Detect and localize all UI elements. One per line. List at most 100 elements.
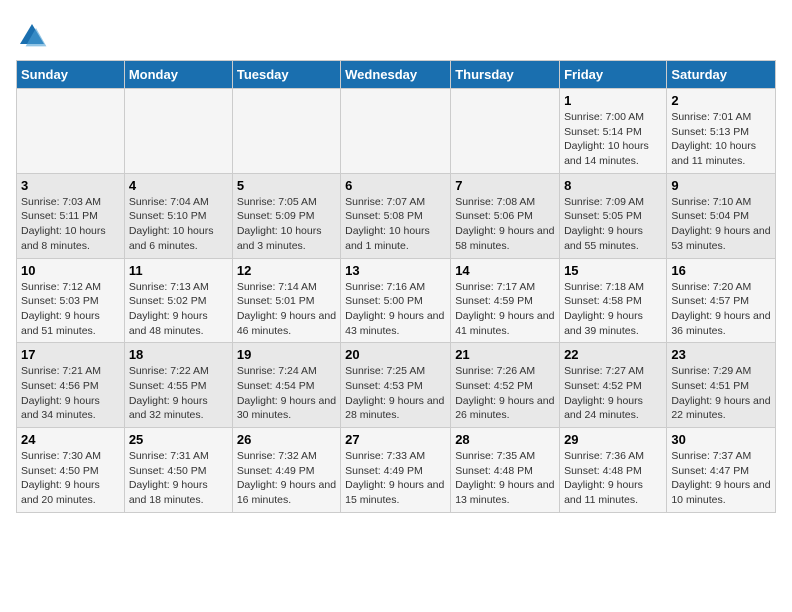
day-info: Sunrise: 7:33 AM Sunset: 4:49 PM Dayligh… [345, 449, 446, 508]
day-info: Sunrise: 7:14 AM Sunset: 5:01 PM Dayligh… [237, 280, 336, 339]
day-info: Sunrise: 7:10 AM Sunset: 5:04 PM Dayligh… [671, 195, 771, 254]
calendar-cell: 16 Sunrise: 7:20 AM Sunset: 4:57 PM Dayli… [667, 258, 776, 343]
day-number: 21 [455, 347, 555, 362]
calendar-table: SundayMondayTuesdayWednesdayThursdayFrid… [16, 60, 776, 513]
day-number: 9 [671, 178, 771, 193]
calendar-cell: 30 Sunrise: 7:37 AM Sunset: 4:47 PM Dayli… [667, 428, 776, 513]
day-number: 27 [345, 432, 446, 447]
day-number: 12 [237, 263, 336, 278]
day-number: 24 [21, 432, 120, 447]
day-number: 29 [564, 432, 662, 447]
day-number: 26 [237, 432, 336, 447]
day-info: Sunrise: 7:24 AM Sunset: 4:54 PM Dayligh… [237, 364, 336, 423]
day-number: 3 [21, 178, 120, 193]
calendar-cell [232, 89, 340, 174]
calendar-cell: 17 Sunrise: 7:21 AM Sunset: 4:56 PM Dayli… [17, 343, 125, 428]
day-info: Sunrise: 7:22 AM Sunset: 4:55 PM Dayligh… [129, 364, 228, 423]
weekday-header-saturday: Saturday [667, 61, 776, 89]
day-info: Sunrise: 7:26 AM Sunset: 4:52 PM Dayligh… [455, 364, 555, 423]
day-info: Sunrise: 7:08 AM Sunset: 5:06 PM Dayligh… [455, 195, 555, 254]
day-number: 28 [455, 432, 555, 447]
day-number: 18 [129, 347, 228, 362]
day-info: Sunrise: 7:12 AM Sunset: 5:03 PM Dayligh… [21, 280, 120, 339]
calendar-cell: 19 Sunrise: 7:24 AM Sunset: 4:54 PM Dayli… [232, 343, 340, 428]
calendar-week-row: 10Sunrise: 7:12 AM Sunset: 5:03 PM Dayli… [17, 258, 776, 343]
day-info: Sunrise: 7:30 AM Sunset: 4:50 PM Dayligh… [21, 449, 120, 508]
day-number: 17 [21, 347, 120, 362]
calendar-cell: 2 Sunrise: 7:01 AM Sunset: 5:13 PM Daylig… [667, 89, 776, 174]
calendar-cell: 22 Sunrise: 7:27 AM Sunset: 4:52 PM Dayli… [560, 343, 667, 428]
calendar-cell: 11 Sunrise: 7:13 AM Sunset: 5:02 PM Dayli… [124, 258, 232, 343]
calendar-cell [451, 89, 560, 174]
day-info: Sunrise: 7:01 AM Sunset: 5:13 PM Dayligh… [671, 110, 771, 169]
weekday-header-wednesday: Wednesday [341, 61, 451, 89]
calendar-cell: 20 Sunrise: 7:25 AM Sunset: 4:53 PM Dayli… [341, 343, 451, 428]
calendar-cell: 13 Sunrise: 7:16 AM Sunset: 5:00 PM Dayli… [341, 258, 451, 343]
day-info: Sunrise: 7:18 AM Sunset: 4:58 PM Dayligh… [564, 280, 662, 339]
page-header [16, 16, 776, 52]
calendar-header: SundayMondayTuesdayWednesdayThursdayFrid… [17, 61, 776, 89]
day-number: 25 [129, 432, 228, 447]
day-info: Sunrise: 7:20 AM Sunset: 4:57 PM Dayligh… [671, 280, 771, 339]
day-info: Sunrise: 7:21 AM Sunset: 4:56 PM Dayligh… [21, 364, 120, 423]
day-number: 13 [345, 263, 446, 278]
calendar-cell: 1Sunrise: 7:00 AM Sunset: 5:14 PM Daylig… [560, 89, 667, 174]
day-number: 7 [455, 178, 555, 193]
calendar-cell: 28 Sunrise: 7:35 AM Sunset: 4:48 PM Dayli… [451, 428, 560, 513]
day-info: Sunrise: 7:16 AM Sunset: 5:00 PM Dayligh… [345, 280, 446, 339]
day-info: Sunrise: 7:00 AM Sunset: 5:14 PM Dayligh… [564, 110, 662, 169]
calendar-cell: 24 Sunrise: 7:30 AM Sunset: 4:50 PM Dayli… [17, 428, 125, 513]
day-info: Sunrise: 7:35 AM Sunset: 4:48 PM Dayligh… [455, 449, 555, 508]
day-info: Sunrise: 7:07 AM Sunset: 5:08 PM Dayligh… [345, 195, 446, 254]
day-number: 16 [671, 263, 771, 278]
day-number: 20 [345, 347, 446, 362]
calendar-cell: 3 Sunrise: 7:03 AM Sunset: 5:11 PM Daylig… [17, 173, 125, 258]
calendar-cell: 21 Sunrise: 7:26 AM Sunset: 4:52 PM Dayli… [451, 343, 560, 428]
calendar-cell: 4Sunrise: 7:04 AM Sunset: 5:10 PM Daylig… [124, 173, 232, 258]
weekday-header-friday: Friday [560, 61, 667, 89]
calendar-cell: 10Sunrise: 7:12 AM Sunset: 5:03 PM Dayli… [17, 258, 125, 343]
calendar-cell: 15Sunrise: 7:18 AM Sunset: 4:58 PM Dayli… [560, 258, 667, 343]
day-info: Sunrise: 7:05 AM Sunset: 5:09 PM Dayligh… [237, 195, 336, 254]
day-number: 23 [671, 347, 771, 362]
calendar-cell [17, 89, 125, 174]
day-number: 8 [564, 178, 662, 193]
calendar-week-row: 3 Sunrise: 7:03 AM Sunset: 5:11 PM Daylig… [17, 173, 776, 258]
weekday-header-thursday: Thursday [451, 61, 560, 89]
calendar-cell: 6 Sunrise: 7:07 AM Sunset: 5:08 PM Daylig… [341, 173, 451, 258]
weekday-header-tuesday: Tuesday [232, 61, 340, 89]
calendar-cell: 5 Sunrise: 7:05 AM Sunset: 5:09 PM Daylig… [232, 173, 340, 258]
day-info: Sunrise: 7:17 AM Sunset: 4:59 PM Dayligh… [455, 280, 555, 339]
day-number: 5 [237, 178, 336, 193]
calendar-cell: 18 Sunrise: 7:22 AM Sunset: 4:55 PM Dayli… [124, 343, 232, 428]
calendar-cell: 25Sunrise: 7:31 AM Sunset: 4:50 PM Dayli… [124, 428, 232, 513]
calendar-week-row: 1Sunrise: 7:00 AM Sunset: 5:14 PM Daylig… [17, 89, 776, 174]
day-number: 30 [671, 432, 771, 447]
day-info: Sunrise: 7:29 AM Sunset: 4:51 PM Dayligh… [671, 364, 771, 423]
day-info: Sunrise: 7:27 AM Sunset: 4:52 PM Dayligh… [564, 364, 662, 423]
day-number: 14 [455, 263, 555, 278]
day-number: 6 [345, 178, 446, 193]
calendar-cell: 9 Sunrise: 7:10 AM Sunset: 5:04 PM Daylig… [667, 173, 776, 258]
calendar-cell: 27 Sunrise: 7:33 AM Sunset: 4:49 PM Dayli… [341, 428, 451, 513]
calendar-cell: 8 Sunrise: 7:09 AM Sunset: 5:05 PM Daylig… [560, 173, 667, 258]
logo-icon [16, 20, 48, 52]
day-number: 22 [564, 347, 662, 362]
calendar-cell: 29 Sunrise: 7:36 AM Sunset: 4:48 PM Dayli… [560, 428, 667, 513]
day-number: 19 [237, 347, 336, 362]
day-number: 11 [129, 263, 228, 278]
day-number: 2 [671, 93, 771, 108]
day-info: Sunrise: 7:25 AM Sunset: 4:53 PM Dayligh… [345, 364, 446, 423]
calendar-cell: 14 Sunrise: 7:17 AM Sunset: 4:59 PM Dayli… [451, 258, 560, 343]
calendar-cell [341, 89, 451, 174]
day-info: Sunrise: 7:03 AM Sunset: 5:11 PM Dayligh… [21, 195, 120, 254]
calendar-week-row: 17 Sunrise: 7:21 AM Sunset: 4:56 PM Dayli… [17, 343, 776, 428]
weekday-header-row: SundayMondayTuesdayWednesdayThursdayFrid… [17, 61, 776, 89]
weekday-header-monday: Monday [124, 61, 232, 89]
calendar-cell: 26Sunrise: 7:32 AM Sunset: 4:49 PM Dayli… [232, 428, 340, 513]
weekday-header-sunday: Sunday [17, 61, 125, 89]
day-info: Sunrise: 7:09 AM Sunset: 5:05 PM Dayligh… [564, 195, 662, 254]
day-info: Sunrise: 7:13 AM Sunset: 5:02 PM Dayligh… [129, 280, 228, 339]
day-info: Sunrise: 7:37 AM Sunset: 4:47 PM Dayligh… [671, 449, 771, 508]
day-info: Sunrise: 7:36 AM Sunset: 4:48 PM Dayligh… [564, 449, 662, 508]
